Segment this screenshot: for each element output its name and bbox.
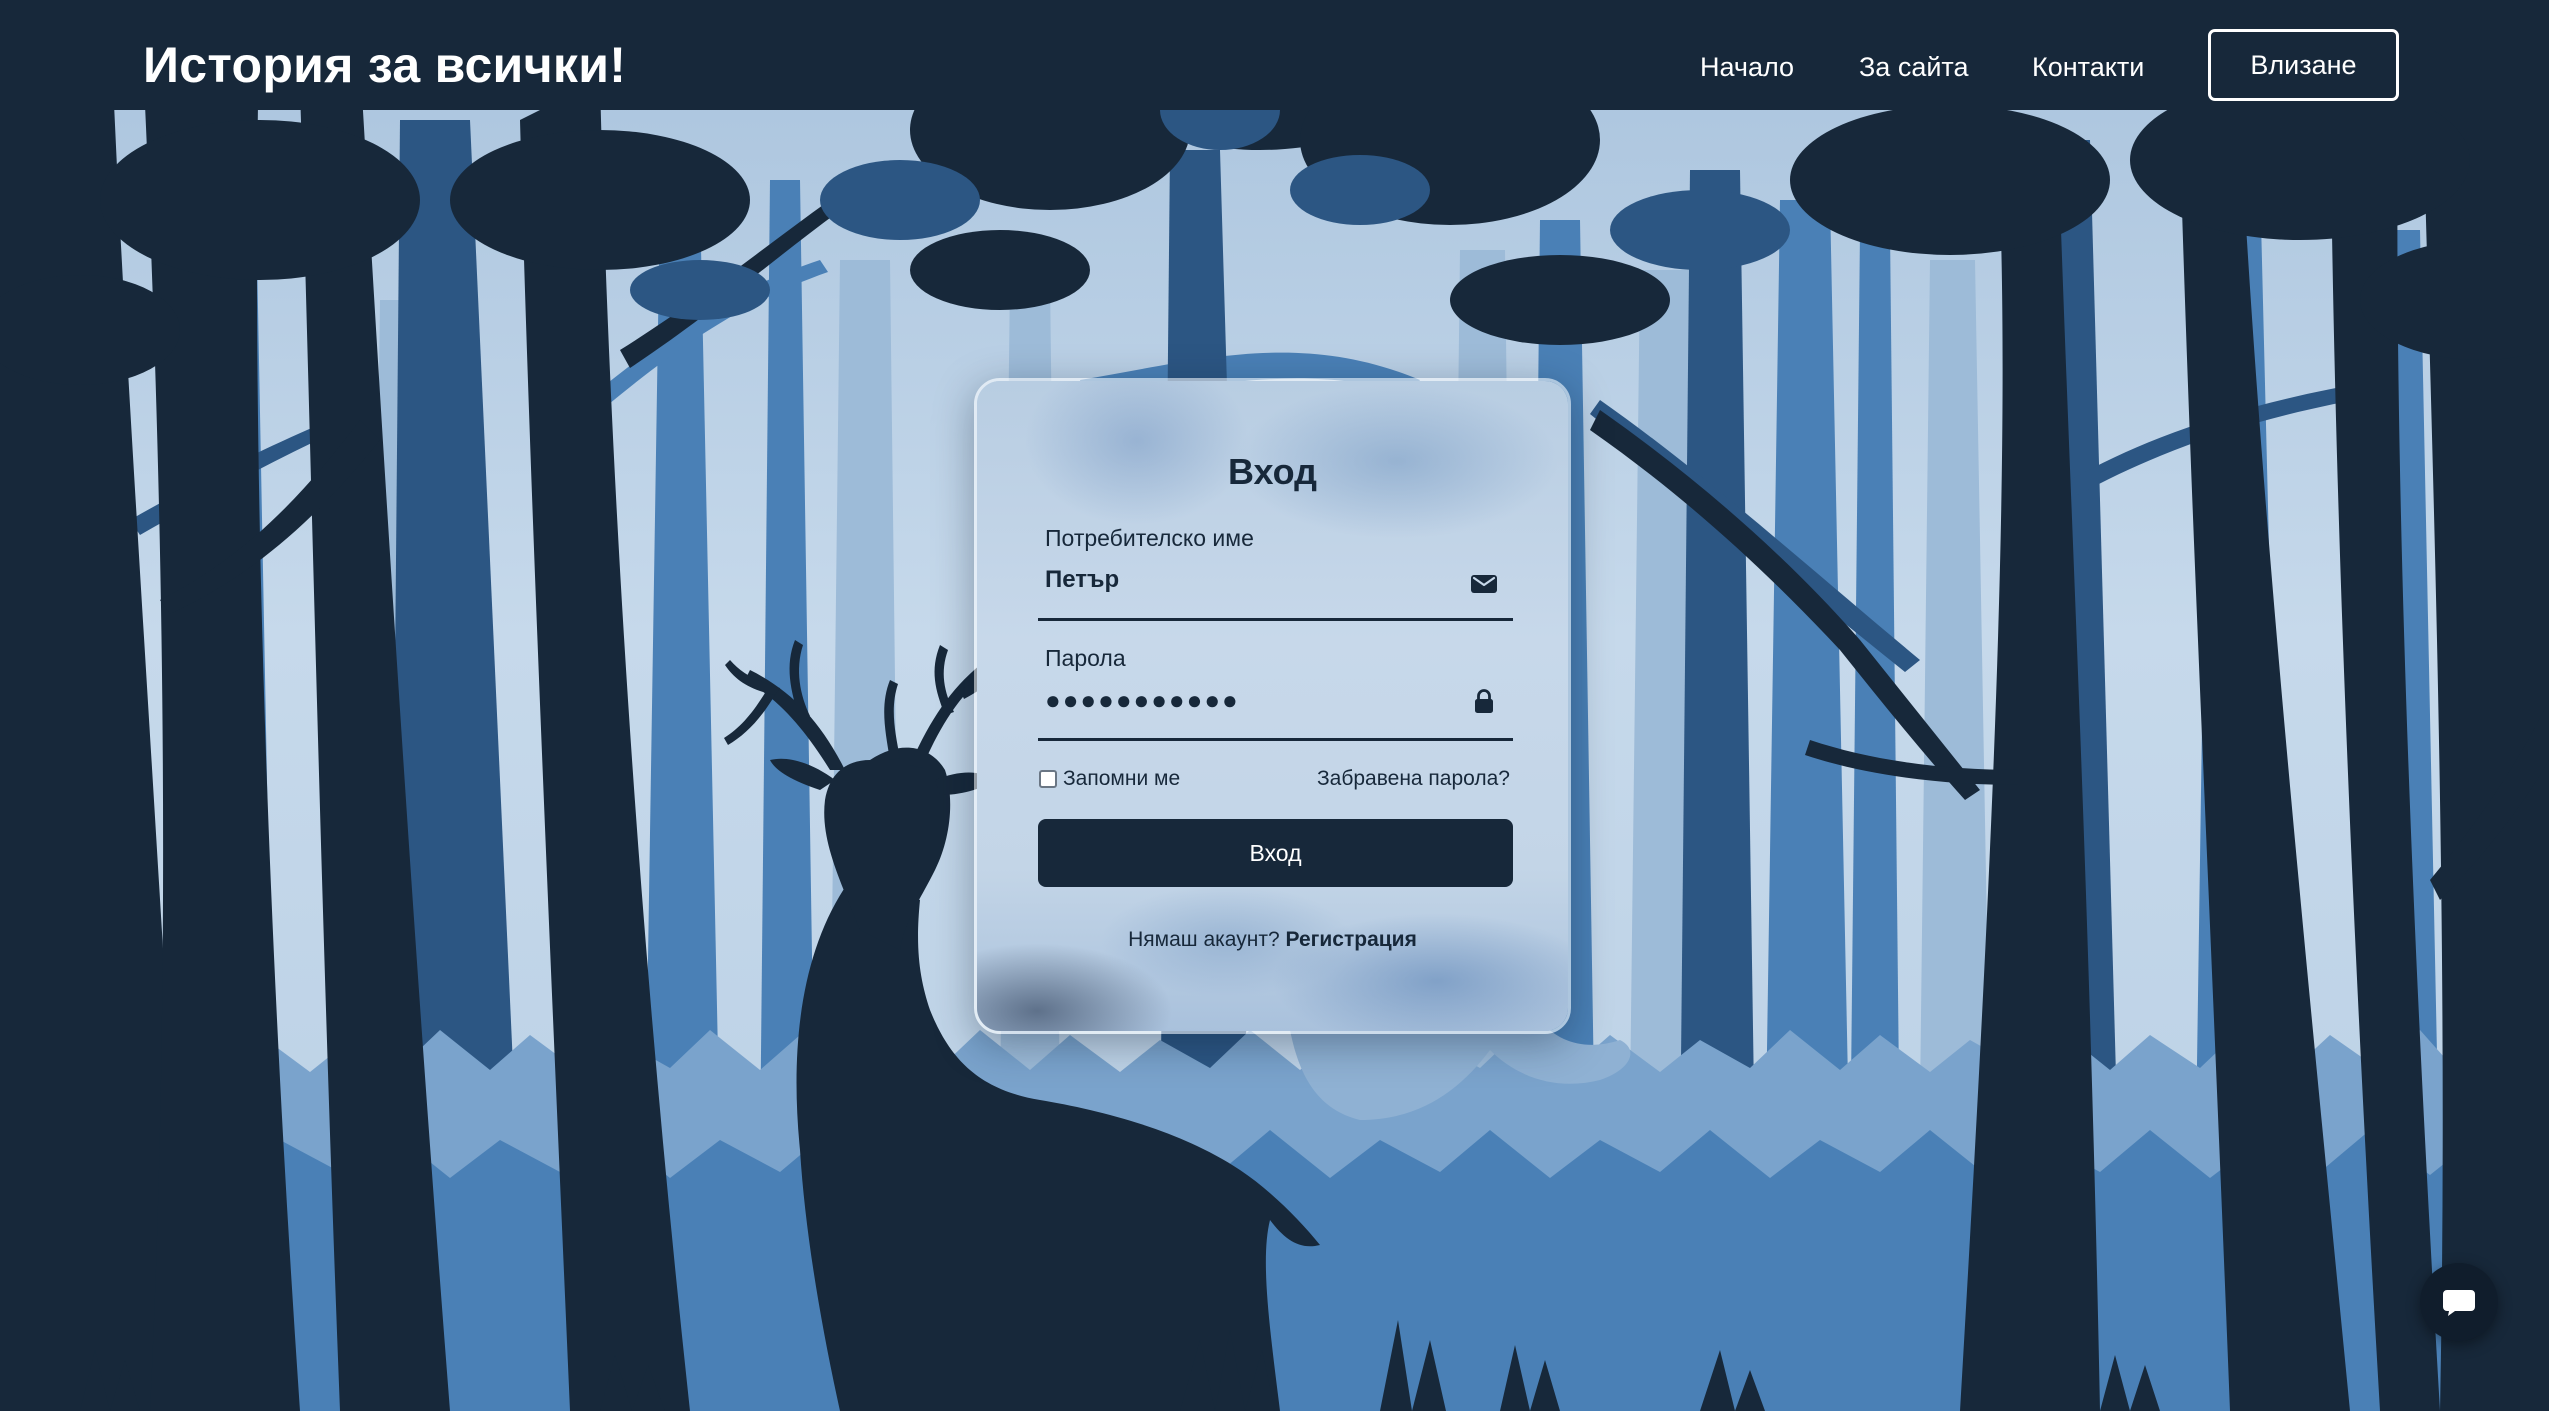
chat-widget-button[interactable] xyxy=(2420,1263,2498,1341)
register-prompt: Нямаш акаунт? Регистрация xyxy=(977,928,1568,952)
username-underline xyxy=(1038,618,1513,621)
login-submit-button[interactable]: Вход xyxy=(1038,819,1513,887)
header-login-button[interactable]: Влизане xyxy=(2208,29,2399,101)
top-navigation-bar: История за всички! Начало За сайта Конта… xyxy=(0,0,2549,134)
register-link[interactable]: Регистрация xyxy=(1285,928,1416,951)
login-title: Вход xyxy=(1227,451,1317,492)
password-label: Парола xyxy=(1045,645,1126,671)
chat-bubble-icon xyxy=(2443,1290,2475,1316)
envelope-icon xyxy=(1471,575,1497,593)
password-underline xyxy=(1038,738,1513,741)
forgot-password-link[interactable]: Забравена парола? xyxy=(1317,767,1510,791)
login-card: Вход Потребителско име Парола ●●●●●●●●●●… xyxy=(974,378,1571,1034)
site-logo[interactable]: История за всички! xyxy=(143,36,626,94)
remember-me-label[interactable]: Запомни ме xyxy=(1063,767,1180,791)
username-field[interactable] xyxy=(1045,566,1465,594)
nav-link-home[interactable]: Начало xyxy=(1700,52,1794,83)
username-label: Потребителско име xyxy=(1045,525,1254,551)
password-field[interactable]: ●●●●●●●●●●● xyxy=(1045,685,1465,716)
remember-me-checkbox[interactable] xyxy=(1039,770,1057,788)
no-account-text: Нямаш акаунт? xyxy=(1128,928,1280,951)
lock-icon xyxy=(1475,689,1493,713)
nav-link-contacts[interactable]: Контакти xyxy=(2032,52,2144,83)
nav-link-about[interactable]: За сайта xyxy=(1859,52,1969,83)
